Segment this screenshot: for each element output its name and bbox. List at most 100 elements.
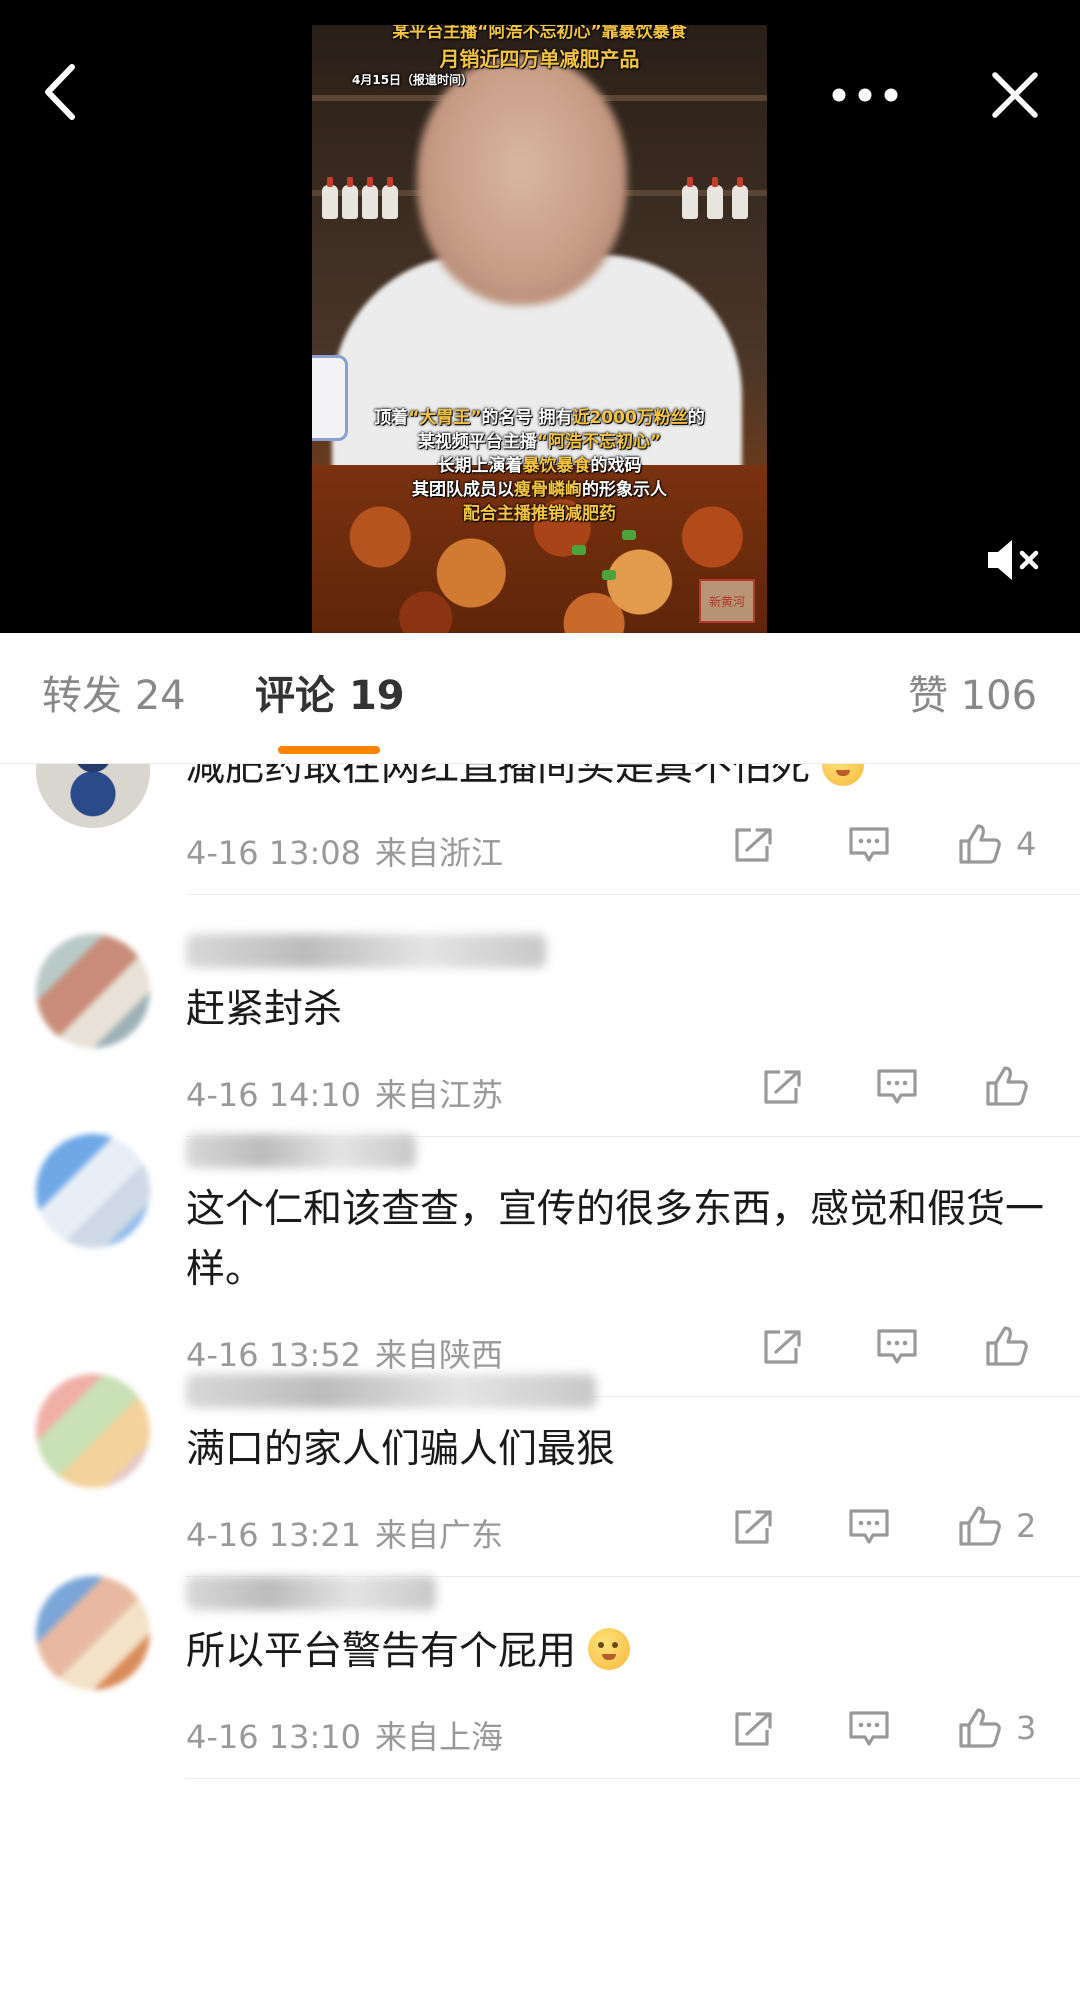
avatar[interactable] <box>36 764 150 828</box>
comment-divider <box>186 1778 1080 1779</box>
emoji-icon <box>822 764 865 786</box>
video-caption-line-3: 长期上演着暴饮暴食的戏码 <box>437 456 642 476</box>
reply-button[interactable] <box>876 1068 918 1106</box>
bottle <box>707 177 723 219</box>
comment-text-content: 满口的家人们骗人们最狠 <box>186 1427 616 1472</box>
video-frame[interactable]: 某平台主播“阿浩不忘初心”靠暴饮暴食 月销近四万单减肥产品 4月15日（报道时间… <box>312 25 767 633</box>
like-count: 4 <box>1016 825 1037 863</box>
video-headline: 某平台主播“阿浩不忘初心”靠暴饮暴食 <box>392 25 687 42</box>
more-button[interactable] <box>825 70 905 120</box>
comment-text[interactable]: 赶紧封杀 <box>186 980 1046 1040</box>
like-button[interactable]: 3 <box>958 1707 1036 1749</box>
scallion <box>622 530 636 540</box>
share-button[interactable] <box>733 1508 775 1546</box>
comment-text[interactable]: 减肥药敢在网红直播间买是真不怕死 <box>186 764 1046 798</box>
bottle <box>322 177 338 219</box>
thumbs-up-icon <box>986 1066 1028 1106</box>
bottle <box>342 177 358 219</box>
comment-text-content: 减肥药敢在网红直播间买是真不怕死 <box>186 764 811 790</box>
blurred-face <box>417 55 627 305</box>
mute-icon <box>988 540 1039 580</box>
comment-icon <box>877 1069 917 1104</box>
comment-item: 所以平台警告有个屁用 4-16 13:10 来自上海 3 <box>0 1576 1080 1816</box>
thumbs-up-icon <box>959 1708 1001 1748</box>
tab-bar: 转发 24 评论 19 赞 106 <box>0 633 1080 763</box>
share-icon <box>764 1070 801 1104</box>
publisher-seal: 新黄河 <box>699 579 755 623</box>
comment-divider <box>186 894 1080 895</box>
comment-time: 4-16 13:52 <box>186 1336 362 1374</box>
comment-icon <box>877 1329 917 1364</box>
comment-time: 4-16 14:10 <box>186 1076 362 1114</box>
share-button[interactable] <box>762 1328 804 1366</box>
comment-meta: 4-16 14:10 来自江苏 <box>186 1070 503 1116</box>
mute-button[interactable] <box>982 535 1046 585</box>
video-caption-line-4: 其团队成员以瘦骨嶙峋的形象示人 <box>412 480 667 500</box>
username-blurred[interactable] <box>186 1134 416 1168</box>
reply-button[interactable] <box>848 1508 890 1546</box>
tab-likes[interactable]: 赞 106 <box>908 671 1037 721</box>
comment-text[interactable]: 所以平台警告有个屁用 <box>186 1622 1046 1682</box>
share-icon <box>735 1510 772 1544</box>
comment-text[interactable]: 这个仁和该查查，宣传的很多东西，感觉和假货一样。 <box>186 1180 1046 1300</box>
video-player[interactable]: 某平台主播“阿浩不忘初心”靠暴饮暴食 月销近四万单减肥产品 4月15日（报道时间… <box>0 0 1080 633</box>
back-button[interactable] <box>30 52 90 132</box>
comment-meta: 4-16 13:08 来自浙江 <box>186 828 503 874</box>
comment-text[interactable]: 满口的家人们骗人们最狠 <box>186 1420 1046 1480</box>
scallion <box>572 545 586 555</box>
thumbs-up-icon <box>986 1326 1028 1366</box>
video-caption-line-1: 顶着“大胃王”的名号 拥有近2000万粉丝的 <box>374 408 705 428</box>
active-tab-indicator <box>278 746 380 754</box>
comment-time: 4-16 13:21 <box>186 1516 362 1554</box>
share-icon <box>735 1712 772 1746</box>
username-blurred[interactable] <box>186 1374 596 1408</box>
avatar[interactable] <box>36 1576 150 1690</box>
video-caption-line-5: 配合主播推销减肥药 <box>463 504 616 524</box>
comment-location: 来自广东 <box>375 1516 504 1554</box>
avatar[interactable] <box>36 934 150 1048</box>
comment-meta: 4-16 13:10 来自上海 <box>186 1712 503 1758</box>
share-icon <box>735 828 772 862</box>
reply-button[interactable] <box>876 1328 918 1366</box>
reply-button[interactable] <box>848 1710 890 1748</box>
close-icon <box>992 72 1038 118</box>
bottle <box>362 177 378 219</box>
tab-comments[interactable]: 评论 19 <box>255 671 405 721</box>
video-date: 4月15日（报道时间） <box>352 73 474 87</box>
avatar[interactable] <box>36 1374 150 1488</box>
like-button[interactable] <box>985 1325 1029 1367</box>
comment-text-content: 赶紧封杀 <box>186 987 343 1032</box>
close-button[interactable] <box>980 65 1050 125</box>
comment-list: 减肥药敢在网红直播间买是真不怕死 4-16 13:08 来自浙江 4 赶紧封杀 … <box>0 764 1080 2013</box>
bottle <box>382 177 398 219</box>
like-count: 2 <box>1016 1507 1037 1545</box>
comment-location: 来自陕西 <box>375 1336 504 1374</box>
comment-text-content: 所以平台警告有个屁用 <box>186 1629 577 1674</box>
username-blurred[interactable] <box>186 1576 436 1610</box>
scallion <box>602 570 616 580</box>
reply-button[interactable] <box>848 826 890 864</box>
comment-item: 这个仁和该查查，宣传的很多东西，感觉和假货一样。 4-16 13:52 来自陕西 <box>0 1134 1080 1397</box>
comment-location: 来自江苏 <box>375 1076 504 1114</box>
share-button[interactable] <box>733 1710 775 1748</box>
comment-icon <box>849 1509 889 1544</box>
comment-icon <box>849 827 889 862</box>
back-arrow-icon <box>45 64 75 120</box>
username-blurred[interactable] <box>186 934 546 968</box>
like-count: 3 <box>1016 1709 1037 1747</box>
comment-location: 来自上海 <box>375 1718 504 1756</box>
share-button[interactable] <box>762 1068 804 1106</box>
tab-repost[interactable]: 转发 24 <box>42 671 186 721</box>
like-button[interactable]: 4 <box>958 823 1036 865</box>
like-button[interactable] <box>985 1065 1029 1107</box>
video-subheadline: 月销近四万单减肥产品 <box>439 47 640 71</box>
thumbs-up-icon <box>959 824 1001 864</box>
avatar[interactable] <box>36 1134 150 1248</box>
like-button[interactable]: 2 <box>958 1505 1036 1547</box>
comment-icon <box>849 1711 889 1746</box>
more-dots-icon <box>832 88 898 102</box>
share-button[interactable] <box>733 826 775 864</box>
comment-time: 4-16 13:10 <box>186 1718 362 1756</box>
comment-meta: 4-16 13:52 来自陕西 <box>186 1330 503 1376</box>
thumbs-up-icon <box>959 1506 1001 1546</box>
